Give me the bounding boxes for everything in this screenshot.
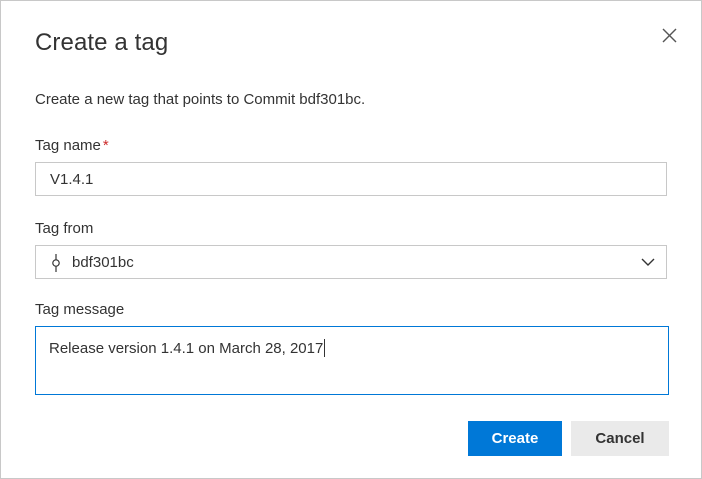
- tag-name-label-text: Tag name: [35, 137, 101, 154]
- create-button[interactable]: Create: [468, 421, 562, 456]
- dialog-title: Create a tag: [35, 29, 169, 56]
- dialog-description: Create a new tag that points to Commit b…: [35, 91, 366, 108]
- tag-from-value: bdf301bc: [72, 254, 134, 271]
- commit-icon: [52, 254, 60, 272]
- text-caret: [324, 339, 326, 357]
- tag-message-label: Tag message: [35, 301, 125, 318]
- close-button[interactable]: [657, 23, 681, 47]
- chevron-down-icon: [641, 258, 655, 266]
- create-tag-dialog: Create a tag Create a new tag that point…: [0, 0, 702, 479]
- tag-message-value: Release version 1.4.1 on March 28, 2017: [49, 340, 324, 357]
- tag-message-textarea[interactable]: Release version 1.4.1 on March 28, 2017: [35, 326, 669, 395]
- cancel-button[interactable]: Cancel: [571, 421, 669, 456]
- close-icon: [662, 28, 677, 43]
- tag-from-select[interactable]: bdf301bc: [35, 245, 667, 279]
- tag-name-input[interactable]: [35, 162, 667, 196]
- required-indicator: *: [102, 137, 109, 154]
- tag-message-text: Release version 1.4.1 on March 28, 2017: [49, 339, 326, 357]
- tag-name-label: Tag name *: [35, 137, 109, 154]
- tag-from-label: Tag from: [35, 220, 94, 237]
